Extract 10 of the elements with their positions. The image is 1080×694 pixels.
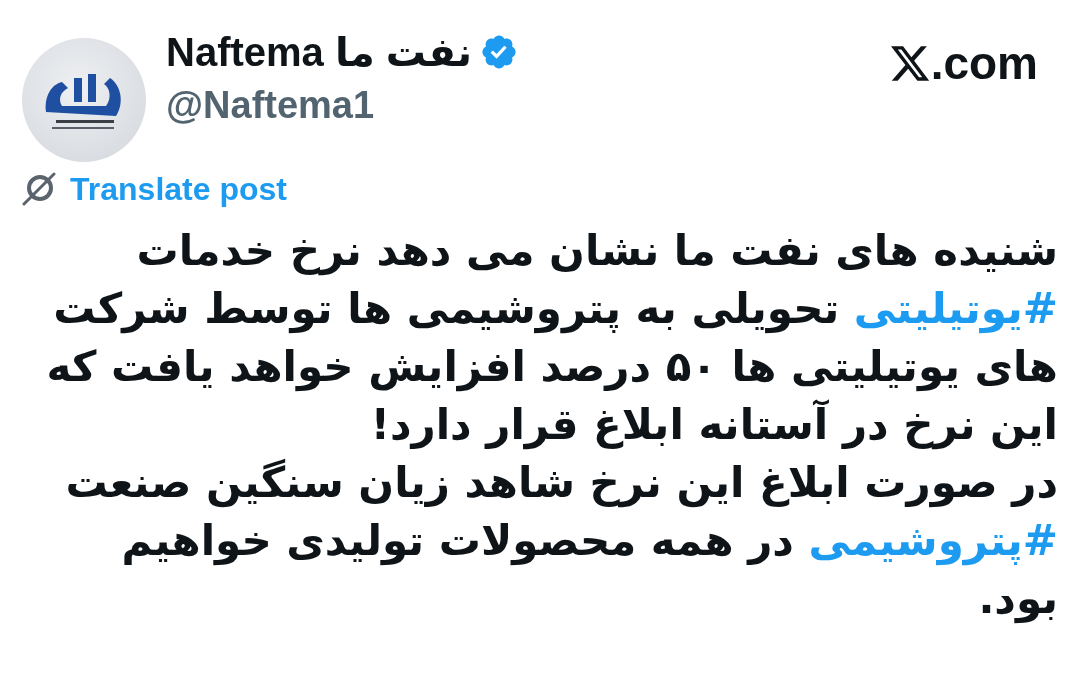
display-name: Naftema نفت ما: [166, 29, 472, 76]
circle-slash-icon: [22, 172, 56, 206]
user-handle: @Naftema1: [166, 83, 376, 128]
x-logo-icon: [890, 45, 929, 81]
site-label: .com: [930, 38, 1038, 88]
hashtag-link[interactable]: #پتروشیمی: [808, 516, 1058, 565]
post-text: در صورت ابلاغ این نرخ شاهد زیان سنگین صنعت #پتروشیمی در همه محصولات تولیدی خواهیم بود.: [64, 457, 1058, 626]
post-text: شنیده های نفت ما نشان می دهد نرخ خدمات #یوتیلیتی تحویلی به پتروشیمی ها توسط شرکت های یوتیلیتی ها ۵۰ درصد افزایش خواهد یافت که این نرخ در آستانه ابلاغ قرار دارد!: [45, 225, 1058, 452]
translate-post-link[interactable]: Translate post: [70, 168, 287, 210]
hashtag-link[interactable]: #یوتیلیتی: [853, 284, 1058, 333]
